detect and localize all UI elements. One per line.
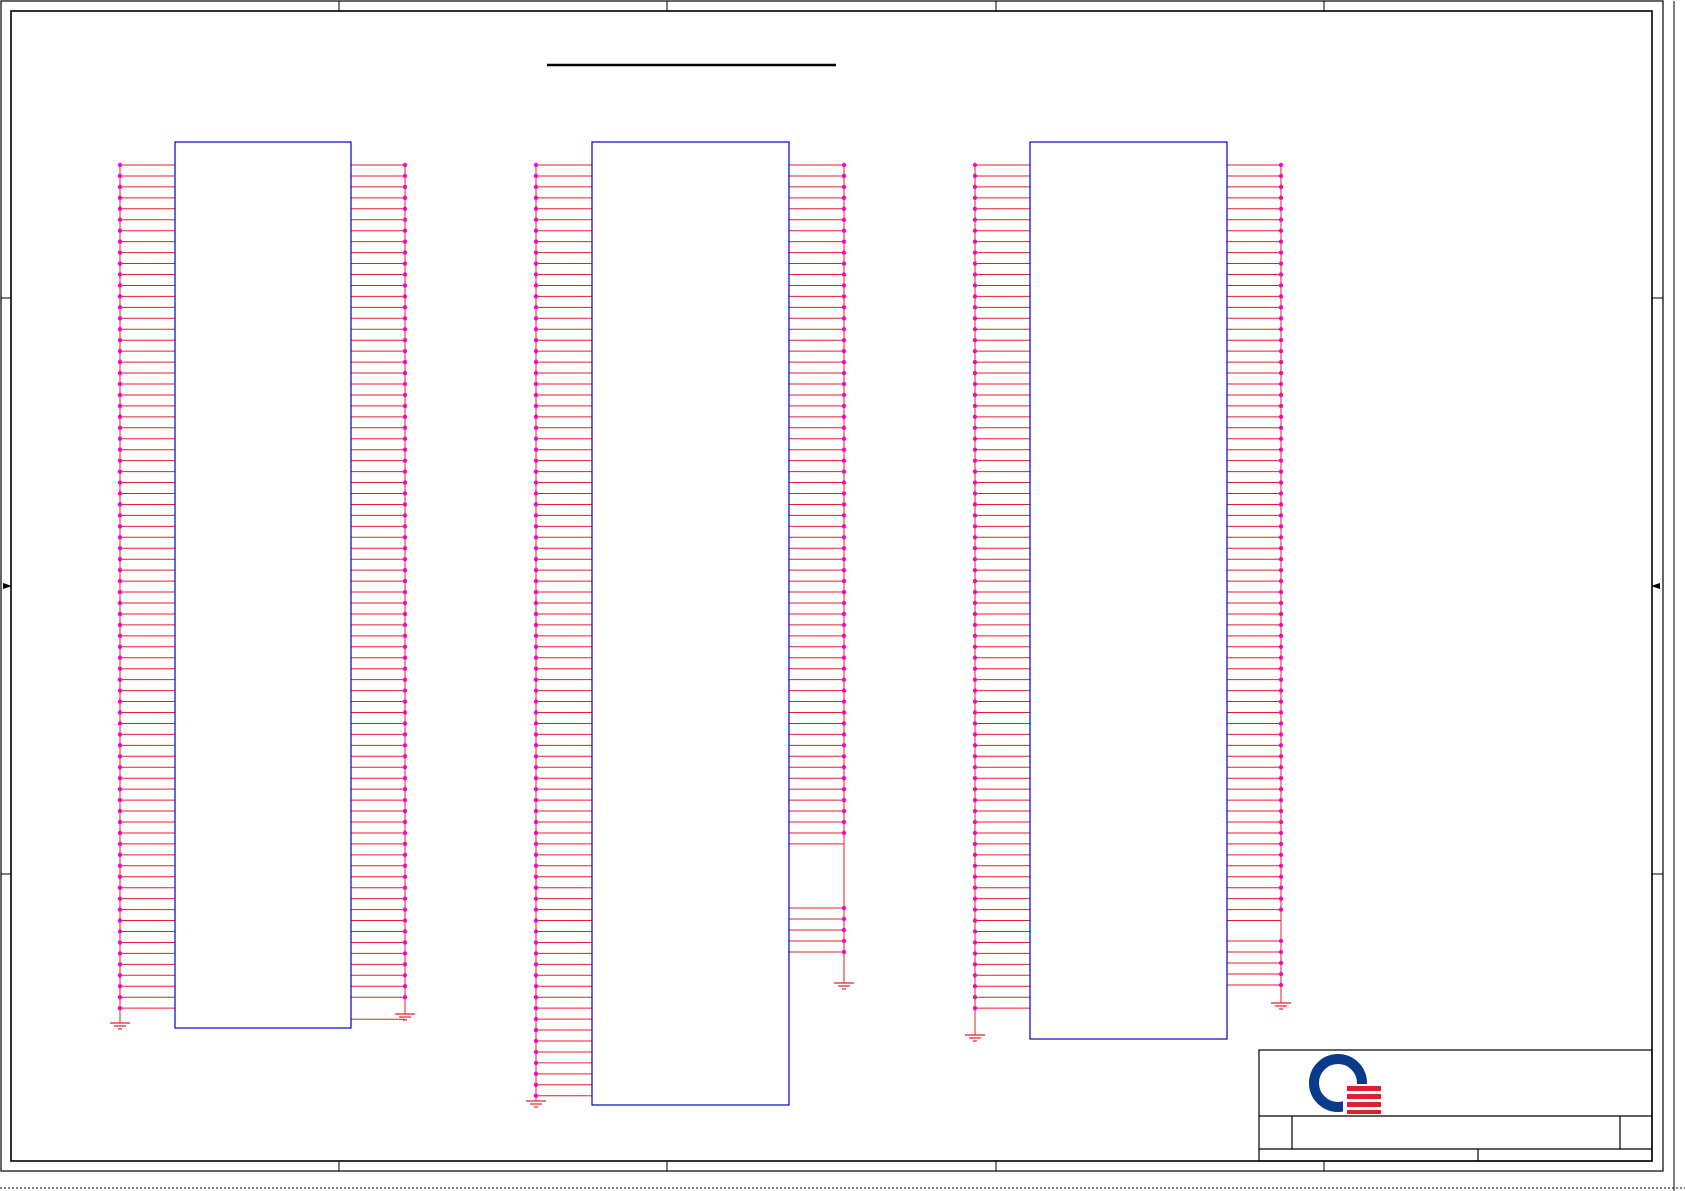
schematic-sheet: [0, 0, 1685, 1191]
